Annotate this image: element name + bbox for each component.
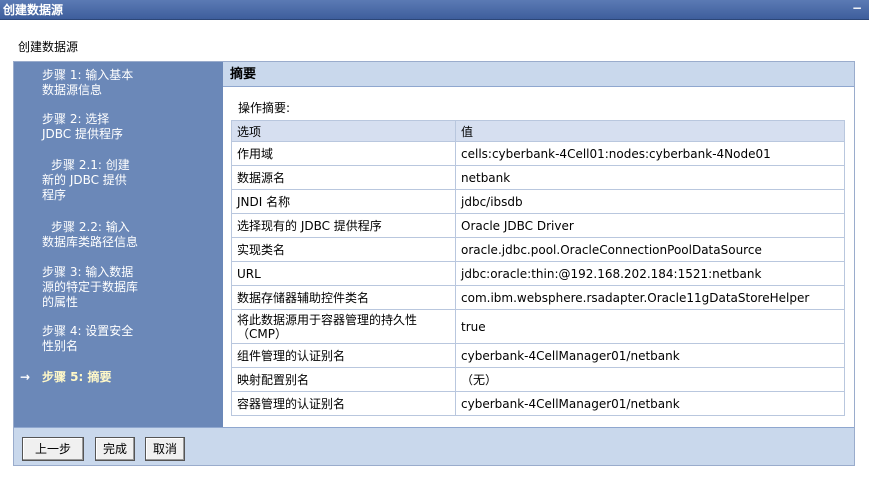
value-cell: cells:cyberbank-4Cell01:nodes:cyberbank-… xyxy=(455,141,845,166)
value-cell: （无） xyxy=(455,367,845,392)
table-row: 数据源名 netbank xyxy=(231,165,845,190)
summary-header: 摘要 xyxy=(223,62,854,87)
option-cell: 选择现有的 JDBC 提供程序 xyxy=(231,213,456,238)
wizard-step-5[interactable]: 步骤 3: 输入数据 源的特定于数据库 的属性 xyxy=(42,265,138,310)
wizard-step-3[interactable]: 步骤 2.1: 创建 新的 JDBC 提供 程序 xyxy=(42,158,130,203)
value-cell: cyberbank-4CellManager01/netbank xyxy=(455,343,845,368)
option-cell: 容器管理的认证别名 xyxy=(231,391,456,416)
wizard-step-label: JDBC 提供程序 xyxy=(42,127,123,141)
cancel-button[interactable]: 取消 xyxy=(145,437,185,461)
value-cell: oracle.jdbc.pool.OracleConnectionPoolDat… xyxy=(455,237,845,262)
option-cell: 作用域 xyxy=(231,141,456,166)
wizard-step-label: 步骤 5: 摘要 xyxy=(42,370,112,384)
table-row: 选择现有的 JDBC 提供程序 Oracle JDBC Driver xyxy=(231,213,845,238)
page-title: 创建数据源 xyxy=(18,40,79,54)
value-cell: true xyxy=(455,309,845,344)
table-header-row: 选项 值 xyxy=(231,120,845,142)
value-cell: com.ibm.websphere.rsadapter.Oracle11gDat… xyxy=(455,285,845,310)
value-cell: Oracle JDBC Driver xyxy=(455,213,845,238)
value-cell: jdbc:oracle:thin:@192.168.202.184:1521:n… xyxy=(455,261,845,286)
wizard-step-label: 步骤 2.2: 输入 xyxy=(51,220,130,234)
wizard-step-label: 步骤 4: 设置安全 xyxy=(42,324,134,338)
window-title: 创建数据源 xyxy=(3,3,64,17)
option-cell: 实现类名 xyxy=(231,237,456,262)
wizard-step-label: 程序 xyxy=(42,188,67,202)
table-row: 作用域 cells:cyberbank-4Cell01:nodes:cyberba… xyxy=(231,141,845,166)
wizard-step-label: 的属性 xyxy=(42,295,79,309)
value-cell: cyberbank-4CellManager01/netbank xyxy=(455,391,845,416)
wizard-step-label: 数据库类路径信息 xyxy=(42,235,139,249)
wizard-step-2[interactable]: 步骤 2: 选择 JDBC 提供程序 xyxy=(42,112,123,142)
table-row: 将此数据源用于容器管理的持久性（CMP） true xyxy=(231,309,845,344)
value-cell: jdbc/ibsdb xyxy=(455,189,845,214)
button-bar: 上一步 完成 取消 xyxy=(14,427,854,465)
table-row: 数据存储器辅助控件类名 com.ibm.websphere.rsadapter.O… xyxy=(231,285,845,310)
wizard-frame: 步骤 1: 输入基本 数据源信息 步骤 2: 选择 JDBC 提供程序 步骤 2.1: … xyxy=(13,61,855,466)
operation-summary-label: 操作摘要: xyxy=(238,101,291,115)
table-row: 组件管理的认证别名 cyberbank-4CellManager01/netban… xyxy=(231,343,845,368)
wizard-step-label: 性别名 xyxy=(42,339,79,353)
option-cell: 映射配置别名 xyxy=(231,367,456,392)
wizard-step-1[interactable]: 步骤 1: 输入基本 数据源信息 xyxy=(42,68,133,98)
wizard-step-4[interactable]: 步骤 2.2: 输入 数据库类路径信息 xyxy=(42,220,138,250)
finish-button[interactable]: 完成 xyxy=(95,437,135,461)
wizard-step-label: 步骤 2.1: 创建 xyxy=(51,158,130,172)
wizard-step-6[interactable]: 步骤 4: 设置安全 性别名 xyxy=(42,324,133,354)
minimize-icon[interactable]: − xyxy=(851,2,863,15)
table-row: URL jdbc:oracle:thin:@192.168.202.184:152… xyxy=(231,261,845,286)
table-row: 容器管理的认证别名 cyberbank-4CellManager01/netban… xyxy=(231,391,845,416)
column-header-value: 值 xyxy=(455,120,845,142)
wizard-step-label: 步骤 1: 输入基本 xyxy=(42,68,134,82)
option-cell: 数据源名 xyxy=(231,165,456,190)
window-titlebar: 创建数据源 − xyxy=(0,0,869,20)
current-step-arrow-icon: → xyxy=(20,370,31,384)
summary-table: 选项 值 作用域 cells:cyberbank-4Cell01:nodes:cy… xyxy=(231,120,845,416)
wizard-step-label: 步骤 2: 选择 xyxy=(42,112,110,126)
column-header-option: 选项 xyxy=(231,120,456,142)
value-cell: netbank xyxy=(455,165,845,190)
table-row: JNDI 名称 jdbc/ibsdb xyxy=(231,189,845,214)
wizard-steps-sidebar: 步骤 1: 输入基本 数据源信息 步骤 2: 选择 JDBC 提供程序 步骤 2.1: … xyxy=(14,62,223,427)
table-row: 实现类名 oracle.jdbc.pool.OracleConnectionPoo… xyxy=(231,237,845,262)
table-row: 映射配置别名 （无） xyxy=(231,367,845,392)
wizard-step-label: 新的 JDBC 提供 xyxy=(42,173,127,187)
wizard-step-label: 源的特定于数据库 xyxy=(42,280,139,294)
wizard-step-7: → 步骤 5: 摘要 xyxy=(20,370,112,385)
wizard-step-label: 步骤 3: 输入数据 xyxy=(42,265,134,279)
option-cell: 组件管理的认证别名 xyxy=(231,343,456,368)
option-cell: 数据存储器辅助控件类名 xyxy=(231,285,456,310)
previous-button[interactable]: 上一步 xyxy=(22,437,84,461)
option-cell: JNDI 名称 xyxy=(231,189,456,214)
option-cell: 将此数据源用于容器管理的持久性（CMP） xyxy=(231,309,456,344)
wizard-step-label: 数据源信息 xyxy=(42,83,103,97)
option-cell: URL xyxy=(231,261,456,286)
summary-panel: 摘要 操作摘要: 选项 值 作用域 cells:cyberbank-4Cell01… xyxy=(223,62,854,427)
